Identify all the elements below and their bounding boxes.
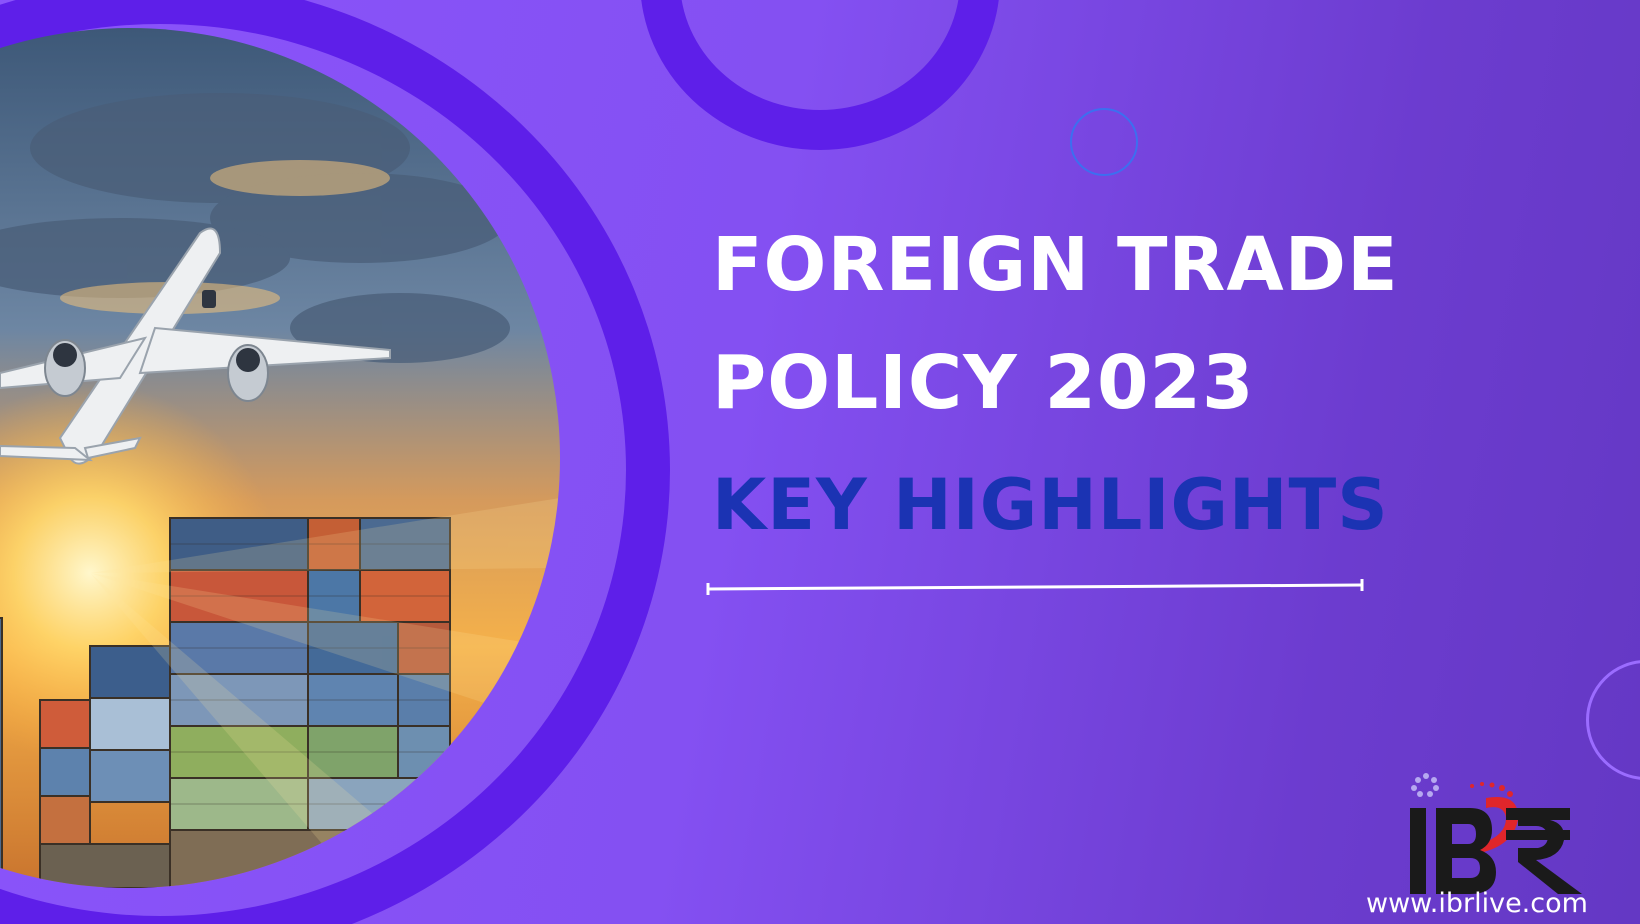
divider-line (706, 579, 1364, 595)
website-url[interactable]: www.ibrlive.com (1366, 888, 1588, 919)
ibr-logo (1400, 768, 1600, 896)
right-ring-decoration (1586, 660, 1640, 780)
title-line-1: FOREIGN TRADE (712, 222, 1399, 308)
top-ring-decoration (640, 0, 1000, 150)
banner: FOREIGN TRADE POLICY 2023 KEY HIGHLIGHTS (0, 0, 1640, 924)
subtitle-key-highlights: KEY HIGHLIGHTS (712, 464, 1389, 546)
small-ring-decoration (1070, 108, 1138, 176)
title-line-2: POLICY 2023 (712, 340, 1255, 426)
